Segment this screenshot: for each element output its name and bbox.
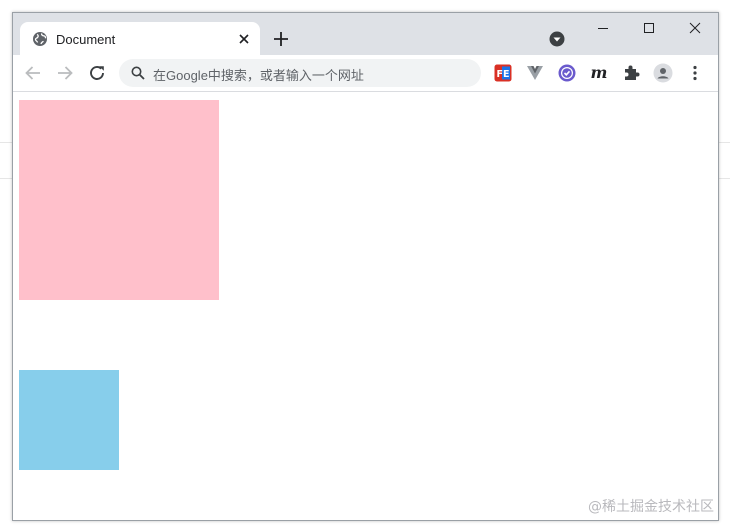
pink-box xyxy=(19,100,219,300)
maximize-button[interactable] xyxy=(626,13,672,43)
close-tab-icon[interactable] xyxy=(236,31,252,47)
profile-avatar-icon[interactable] xyxy=(653,63,673,83)
tab-title: Document xyxy=(56,32,116,47)
address-bar[interactable]: 在Google中搜索，或者输入一个网址 xyxy=(119,59,481,87)
vue-devtools-icon[interactable] xyxy=(525,63,545,83)
new-tab-plus-icon[interactable] xyxy=(272,30,290,48)
search-icon xyxy=(131,66,145,80)
reload-icon[interactable] xyxy=(87,63,107,83)
back-arrow-icon[interactable] xyxy=(23,63,43,83)
blue-box xyxy=(19,370,119,470)
close-window-button[interactable] xyxy=(672,13,718,43)
browser-window: Document 在Google中搜索，或者输入一个网址 FE m xyxy=(12,12,719,521)
tab-search-icon[interactable] xyxy=(549,31,565,47)
m-extension-icon[interactable]: m xyxy=(589,63,609,83)
tab-strip: Document xyxy=(13,13,718,56)
checkmark-badge-icon[interactable] xyxy=(557,63,577,83)
globe-icon xyxy=(33,32,47,46)
close-window-icon xyxy=(689,22,701,34)
watermark-text: @稀土掘金技术社区 xyxy=(588,499,714,515)
forward-arrow-icon[interactable] xyxy=(55,63,75,83)
address-placeholder: 在Google中搜索，或者输入一个网址 xyxy=(153,68,364,83)
tab-document[interactable]: Document xyxy=(20,22,260,56)
fe-helper-icon[interactable]: FE xyxy=(493,63,513,83)
more-menu-icon[interactable] xyxy=(685,63,705,83)
browser-toolbar: 在Google中搜索，或者输入一个网址 FE m xyxy=(13,55,718,92)
puzzle-icon[interactable] xyxy=(621,63,641,83)
page-content xyxy=(13,92,718,520)
maximize-icon xyxy=(644,23,654,33)
svg-text:FE: FE xyxy=(497,69,510,80)
svg-text:m: m xyxy=(591,63,608,82)
minimize-button[interactable] xyxy=(580,13,626,43)
minimize-icon xyxy=(598,28,608,29)
